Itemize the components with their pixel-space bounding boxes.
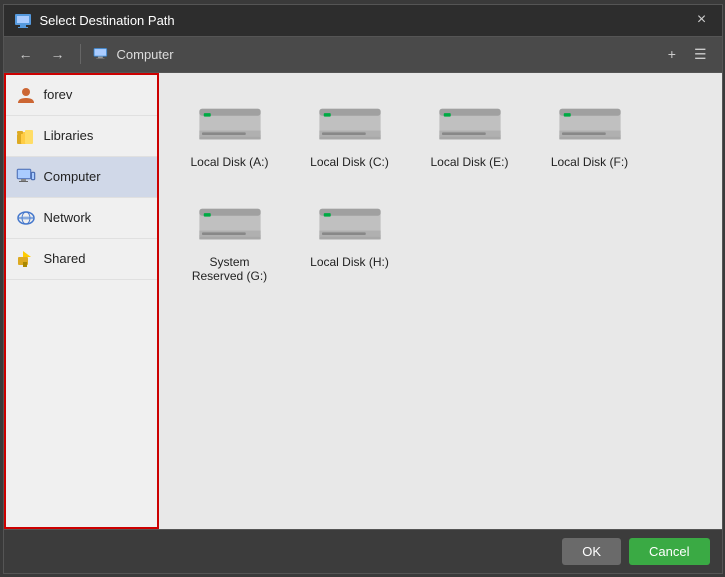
breadcrumb-text: Computer [117, 47, 174, 62]
disk-item-c[interactable]: Local Disk (C:) [295, 89, 405, 179]
list-view-button[interactable]: ☰ [687, 43, 714, 66]
disk-item-e[interactable]: Local Disk (E:) [415, 89, 525, 179]
sidebar-item-shared[interactable]: Shared [6, 239, 157, 280]
close-button[interactable]: × [692, 10, 712, 30]
sidebar-item-libraries-label: Libraries [44, 128, 94, 143]
add-button[interactable]: + [661, 43, 683, 66]
disk-icon-e [435, 99, 505, 149]
disk-label-f: Local Disk (F:) [551, 155, 628, 169]
footer: OK Cancel [4, 529, 722, 573]
disk-label-h: Local Disk (H:) [310, 255, 389, 269]
toolbar-right: + ☰ [661, 43, 714, 66]
title-bar: Select Destination Path × [4, 5, 722, 37]
sidebar-item-forev-label: forev [44, 87, 73, 102]
network-icon [16, 208, 36, 228]
computer-breadcrumb-icon [93, 47, 111, 61]
forward-button[interactable]: → [44, 43, 72, 65]
disk-icon-f [555, 99, 625, 149]
dialog: Select Destination Path × ← → Computer +… [3, 4, 723, 574]
main-panel: Local Disk (A:) Local Disk (C:) [159, 73, 722, 529]
sidebar-item-forev[interactable]: forev [6, 75, 157, 116]
disk-label-c: Local Disk (C:) [310, 155, 389, 169]
disk-grid: Local Disk (A:) Local Disk (C:) [175, 89, 706, 293]
libraries-icon [16, 126, 36, 146]
disk-label-a: Local Disk (A:) [190, 155, 268, 169]
disk-item-h[interactable]: Local Disk (H:) [295, 189, 405, 293]
dialog-title: Select Destination Path [40, 13, 692, 28]
disk-item-g[interactable]: System Reserved (G:) [175, 189, 285, 293]
sidebar-item-computer[interactable]: Computer [6, 157, 157, 198]
disk-item-f[interactable]: Local Disk (F:) [535, 89, 645, 179]
ok-button[interactable]: OK [562, 538, 621, 565]
disk-icon-h [315, 199, 385, 249]
cancel-button[interactable]: Cancel [629, 538, 709, 565]
back-button[interactable]: ← [12, 43, 40, 65]
disk-icon-c [315, 99, 385, 149]
sidebar-item-computer-label: Computer [44, 169, 101, 184]
user-icon [16, 85, 36, 105]
disk-icon-g [195, 199, 265, 249]
sidebar-item-network-label: Network [44, 210, 92, 225]
disk-item-a[interactable]: Local Disk (A:) [175, 89, 285, 179]
disk-label-e: Local Disk (E:) [430, 155, 508, 169]
sidebar-item-libraries[interactable]: Libraries [6, 116, 157, 157]
sidebar: forev Libraries [4, 73, 159, 529]
toolbar-separator [80, 44, 81, 64]
content-area: forev Libraries [4, 73, 722, 529]
sidebar-item-shared-label: Shared [44, 251, 86, 266]
breadcrumb: Computer [89, 47, 657, 62]
sidebar-item-network[interactable]: Network [6, 198, 157, 239]
disk-label-g: System Reserved (G:) [185, 255, 275, 283]
disk-icon-a [195, 99, 265, 149]
computer-icon [16, 167, 36, 187]
app-icon [14, 11, 32, 29]
shared-icon [16, 249, 36, 269]
toolbar: ← → Computer + ☰ [4, 37, 722, 73]
